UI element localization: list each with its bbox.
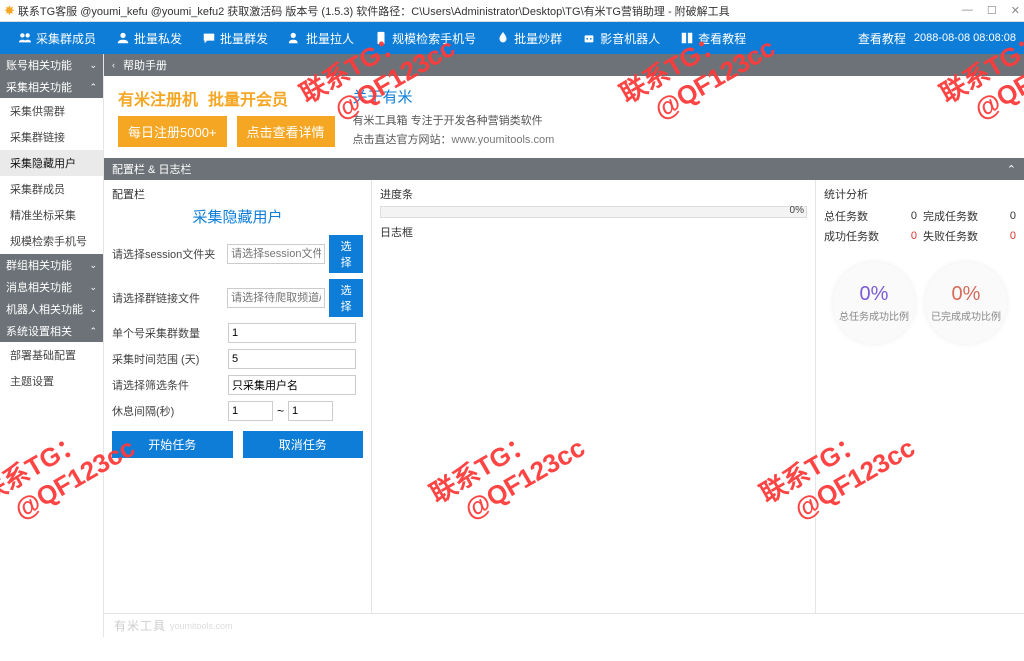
done-value: 0 <box>1010 210 1016 222</box>
sb-group-msg[interactable]: 消息相关功能⌄ <box>0 276 103 298</box>
chevron-down-icon: ⌄ <box>89 304 97 315</box>
progress-pct: 0% <box>790 205 804 216</box>
maximize-button[interactable]: ☐ <box>987 4 997 17</box>
adduser-icon <box>288 31 302 45</box>
sb-group-group[interactable]: 群组相关功能⌄ <box>0 254 103 276</box>
chevron-up-icon: ⌃ <box>89 82 97 93</box>
tb-phone-search[interactable]: 规模检索手机号 <box>364 30 486 47</box>
minimize-button[interactable]: — <box>962 4 973 17</box>
toolbar: 采集群成员 批量私发 批量群发 批量拉人 规模检索手机号 批量炒群 影音机器人 … <box>0 22 1024 54</box>
about-line2: 点击直达官方网站：www.youmitools.com <box>353 131 1010 147</box>
sidebar: 账号相关功能⌄ 采集相关功能⌃ 采集供需群 采集群链接 采集隐藏用户 采集群成员… <box>0 54 104 637</box>
grouplink-file-input[interactable] <box>227 288 325 308</box>
chevron-up-icon: ⌃ <box>89 326 97 337</box>
footer: 有米工具 youmitools.com <box>104 613 1024 637</box>
about-title: 关于有米 <box>353 86 1010 107</box>
book-icon <box>680 31 694 45</box>
completed-ratio-circle: 0%已完成成功比例 <box>925 262 1007 344</box>
chevron-down-icon: ⌄ <box>89 60 97 71</box>
user-icon <box>116 31 130 45</box>
titlebar: ✸ 联系TG客服 @youmi_kefu @youmi_kefu2 获取激活码 … <box>0 0 1024 22</box>
sb-item-theme[interactable]: 主题设置 <box>0 368 103 394</box>
people-icon <box>18 31 32 45</box>
tb-batch-invite[interactable]: 批量拉人 <box>278 30 364 47</box>
footer-url: youmitools.com <box>170 621 233 631</box>
total-value: 0 <box>911 210 917 222</box>
promo-btn2[interactable]: 点击查看详情 <box>237 116 335 147</box>
sb-item-members[interactable]: 采集群成员 <box>0 176 103 202</box>
tb-batch-dm[interactable]: 批量私发 <box>106 30 192 47</box>
official-url[interactable]: www.youmitools.com <box>452 134 555 146</box>
promo-section: 有米注册机 批量开会员 每日注册5000+ 点击查看详情 关于有米 有米工具箱 … <box>104 76 1024 158</box>
log-label: 日志框 <box>380 224 807 240</box>
sb-item-grouplink[interactable]: 采集群链接 <box>0 124 103 150</box>
promo-h2: 批量开会员 <box>208 86 288 110</box>
session-folder-input[interactable] <box>227 244 325 264</box>
flame-icon <box>496 31 510 45</box>
config-bar[interactable]: 配置栏 & 日志栏⌃ <box>104 158 1024 180</box>
select-grouplink-button[interactable]: 选择 <box>329 279 363 317</box>
tb-av-robot[interactable]: 影音机器人 <box>572 30 670 47</box>
config-panel: 配置栏 采集隐藏用户 请选择session文件夹选择 请选择群链接文件选择 单个… <box>104 180 372 613</box>
tb-batch-group[interactable]: 批量群发 <box>192 30 278 47</box>
sb-group-sys[interactable]: 系统设置相关⌃ <box>0 320 103 342</box>
sb-group-collect[interactable]: 采集相关功能⌃ <box>0 76 103 98</box>
sb-group-account[interactable]: 账号相关功能⌄ <box>0 54 103 76</box>
progress-title: 进度条 <box>380 186 807 202</box>
sb-item-coord[interactable]: 精准坐标采集 <box>0 202 103 228</box>
chevron-up-icon: ⌃ <box>1007 163 1016 176</box>
time-range-input[interactable] <box>228 349 356 369</box>
progress-bar: 0% <box>380 206 807 218</box>
start-button[interactable]: 开始任务 <box>112 431 233 458</box>
chevron-down-icon: ⌄ <box>89 282 97 293</box>
progress-panel: 进度条 0% 日志框 <box>372 180 816 613</box>
rest-max-input[interactable] <box>288 401 333 421</box>
phone-icon <box>374 31 388 45</box>
close-button[interactable]: ✕ <box>1011 4 1020 17</box>
filter-select[interactable] <box>228 375 356 395</box>
select-session-button[interactable]: 选择 <box>329 235 363 273</box>
config-title: 配置栏 <box>112 186 363 202</box>
sb-item-hidden[interactable]: 采集隐藏用户 <box>0 150 103 176</box>
window-buttons: — ☐ ✕ <box>962 4 1020 17</box>
app-icon: ✸ <box>4 3 15 19</box>
robot-icon <box>582 31 596 45</box>
rest-min-input[interactable] <box>228 401 273 421</box>
tutorial-link[interactable]: 查看教程 <box>858 30 906 47</box>
sb-item-deploy[interactable]: 部署基础配置 <box>0 342 103 368</box>
promo-btn1[interactable]: 每日注册5000+ <box>118 116 227 147</box>
succ-value: 0 <box>911 230 917 242</box>
group-count-input[interactable] <box>228 323 356 343</box>
footer-logo: 有米工具 <box>114 617 166 634</box>
fail-value: 0 <box>1010 230 1016 242</box>
help-bar[interactable]: ‹帮助手册 <box>104 54 1024 76</box>
sb-item-supply[interactable]: 采集供需群 <box>0 98 103 124</box>
stats-panel: 统计分析 总任务数0 完成任务数0 成功任务数0 失败任务数0 0%总任务成功比… <box>816 180 1024 613</box>
cancel-button[interactable]: 取消任务 <box>243 431 364 458</box>
promo-h1: 有米注册机 <box>118 86 198 110</box>
datetime: 2088-08-08 08:08:08 <box>914 32 1016 44</box>
tb-batch-spam[interactable]: 批量炒群 <box>486 30 572 47</box>
sb-item-phone[interactable]: 规模检索手机号 <box>0 228 103 254</box>
tb-collect-members[interactable]: 采集群成员 <box>8 30 106 47</box>
sb-group-robot[interactable]: 机器人相关功能⌄ <box>0 298 103 320</box>
chat-icon <box>202 31 216 45</box>
window-title: 联系TG客服 @youmi_kefu @youmi_kefu2 获取激活码 版本… <box>18 3 962 19</box>
about-line1: 有米工具箱 专注于开发各种营销类软件 <box>353 112 1010 128</box>
chevron-left-icon: ‹ <box>112 60 115 70</box>
panel-title: 采集隐藏用户 <box>112 206 363 227</box>
chevron-down-icon: ⌄ <box>89 260 97 271</box>
tb-tutorial[interactable]: 查看教程 <box>670 30 756 47</box>
stats-title: 统计分析 <box>824 186 1016 202</box>
success-ratio-circle: 0%总任务成功比例 <box>833 262 915 344</box>
